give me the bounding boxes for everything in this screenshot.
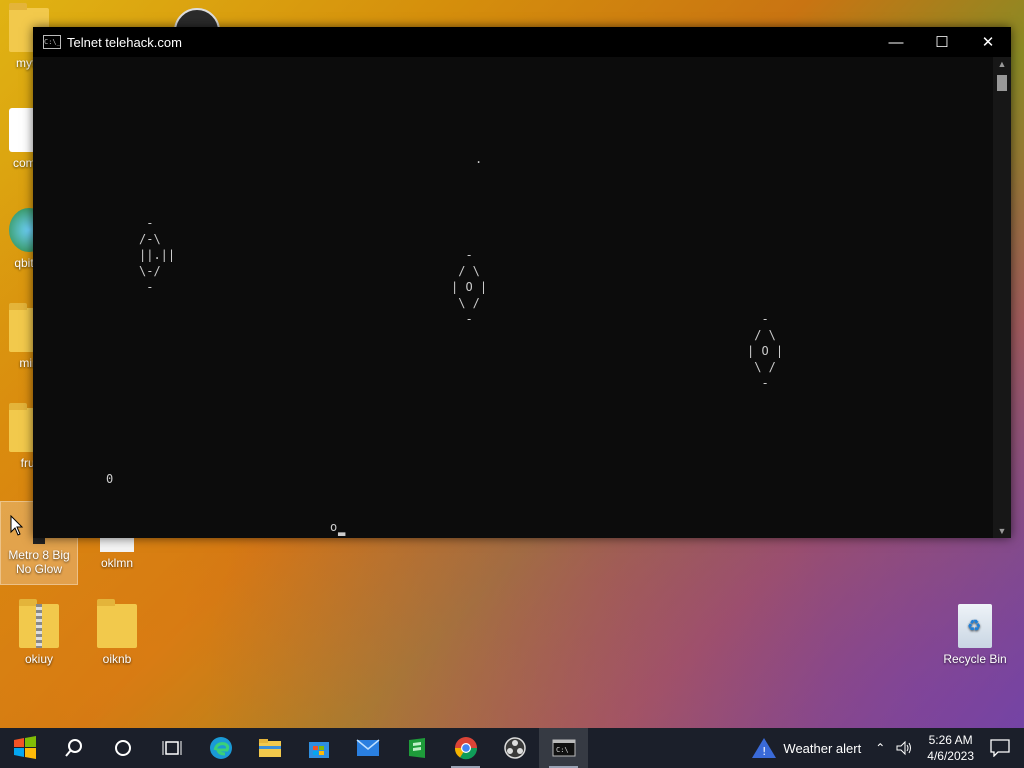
taskbar-mail[interactable] [343,728,392,768]
store-icon [308,742,329,758]
scroll-up-icon[interactable]: ▲ [993,59,1011,69]
task-view-icon [162,741,181,755]
desktop-icon-recycle-bin[interactable]: ♻ Recycle Bin [938,604,1012,666]
star-dot: . [475,152,483,166]
edge-icon [209,737,232,759]
asteroid-right: - / \ | O | \ / - [747,312,784,390]
obs-icon [503,737,526,759]
task-view-button[interactable] [147,728,196,768]
taskbar: C:\ ! Weather alert ⌃ 5:26 AM 4/6/2023 [0,728,1024,768]
scrollbar-thumb[interactable] [997,75,1007,91]
notification-center-icon[interactable] [990,739,1010,757]
windows-logo-icon [13,736,36,759]
mail-icon [356,739,379,756]
taskbar-obs[interactable] [490,728,539,768]
desktop-icon-label: Recycle Bin [943,652,1007,666]
file-explorer-icon [258,739,281,757]
cortana-button[interactable] [98,728,147,768]
taskbar-store[interactable] [294,728,343,768]
vertical-scrollbar[interactable]: ▲ ▼ [993,57,1011,538]
desktop-icon-label: oiknb [102,652,132,666]
desktop-icon-oiknb[interactable]: oiknb [80,599,154,666]
chrome-icon [454,737,477,760]
minimize-button[interactable]: — [873,27,919,57]
asteroid-small: - /-\ ||.|| \-/ - [139,216,176,294]
text-cursor: ▂ [338,522,346,536]
desktop-icon-okiuy[interactable]: okiuy [2,599,76,666]
clock[interactable]: 5:26 AM 4/6/2023 [927,732,974,764]
console-icon: C:\ [552,739,575,757]
taskbar-file-explorer[interactable] [245,728,294,768]
clock-time: 5:26 AM [928,733,973,747]
desktop-icon-label: oklmn [100,556,133,570]
svg-text:!: ! [762,745,766,758]
close-button[interactable]: ✕ [965,27,1011,57]
start-button[interactable] [0,728,49,768]
taskbar-chrome[interactable] [441,728,490,768]
folder-icon [97,599,137,648]
weather-alert-label[interactable]: Weather alert [783,741,861,756]
search-icon [64,739,82,757]
console-app-icon: C:\_ [43,35,61,49]
ship-marker: 0 [106,472,114,486]
desktop-icon-label-line2: No Glow [15,562,62,576]
maximize-button[interactable]: ☐ [919,27,965,57]
scroll-down-icon[interactable]: ▼ [993,526,1011,536]
player-marker: o [330,520,338,534]
recycle-bin-icon: ♻ [958,604,992,648]
svg-text:C:\: C:\ [556,746,569,754]
taskbar-console[interactable]: C:\ [539,728,588,768]
clock-date: 4/6/2023 [927,749,974,763]
show-hidden-icons-icon[interactable]: ⌃ [875,741,885,755]
window-title: Telnet telehack.com [67,34,182,50]
mouse-cursor-icon [10,515,24,536]
search-button[interactable] [49,728,98,768]
weather-alert-icon[interactable]: ! [751,737,777,759]
volume-icon[interactable] [895,740,913,756]
zip-folder-icon [19,599,59,648]
taskbar-edge[interactable] [196,728,245,768]
window-titlebar[interactable]: C:\_ Telnet telehack.com — ☐ ✕ [33,27,1011,57]
system-tray: ! Weather alert ⌃ 5:26 AM 4/6/2023 [751,728,1024,768]
spreadsheet-icon [408,738,425,758]
cortana-icon [114,740,131,756]
taskbar-excel-like[interactable] [392,728,441,768]
asteroid-middle: - / \ | O | \ / - [451,248,488,326]
telnet-window[interactable]: C:\_ Telnet telehack.com — ☐ ✕ . - /-\ |… [33,27,1011,538]
desktop-icon-label: okiuy [24,652,53,666]
desktop-icon-label-line1: Metro 8 Big [8,548,70,562]
console-area[interactable]: . - /-\ ||.|| \-/ - - / \ | O | \ / - - … [33,57,993,538]
